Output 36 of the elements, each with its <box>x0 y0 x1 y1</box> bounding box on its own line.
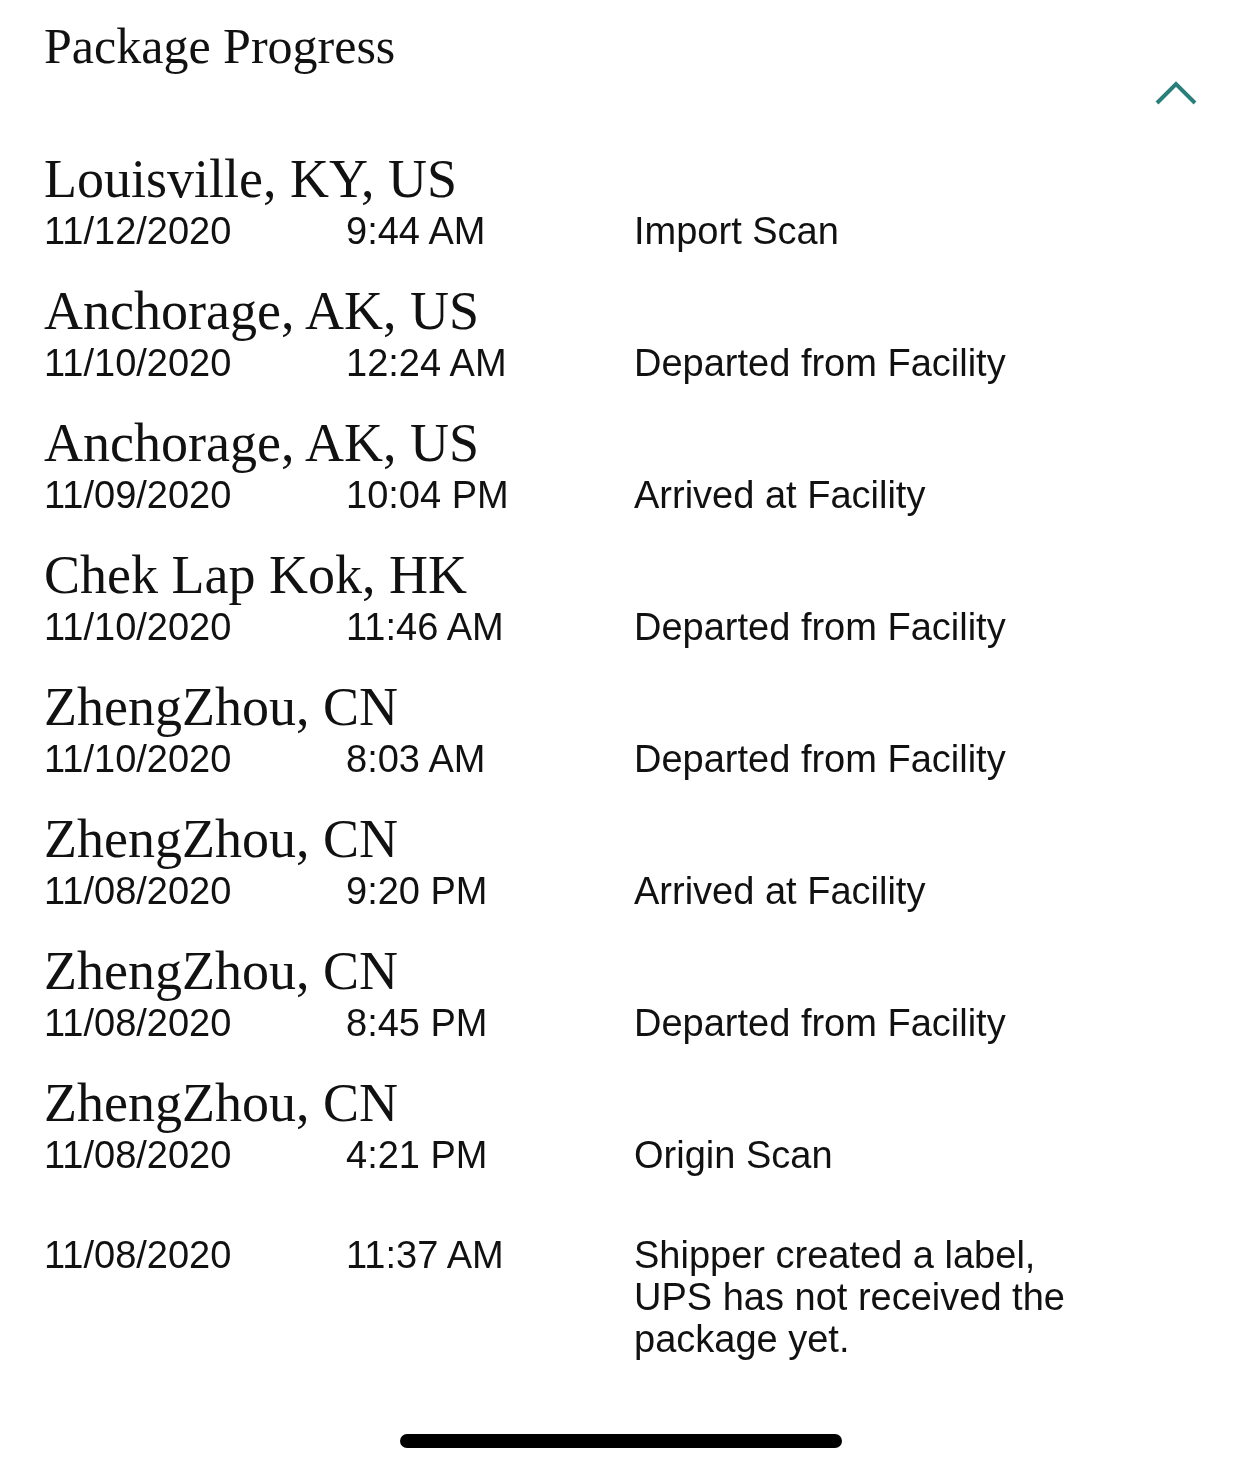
section-title: Package Progress <box>44 17 396 76</box>
event-description: Import Scan <box>634 210 840 252</box>
event-date: 11/08/2020 <box>44 1234 233 1276</box>
event-date: 11/08/2020 <box>44 870 233 912</box>
location-name: Louisville, KY, US <box>44 148 458 210</box>
event-description: Shipper created a label, UPS has not received the package yet. <box>634 1234 1066 1360</box>
event-date: 11/08/2020 <box>44 1002 233 1044</box>
event-date: 11/10/2020 <box>44 606 233 648</box>
event-time: 9:20 PM <box>346 870 489 912</box>
event-time: 8:03 AM <box>346 738 487 780</box>
location-name: ZhengZhou, CN <box>44 1072 398 1134</box>
event-description: Origin Scan <box>634 1134 834 1176</box>
location-name: ZhengZhou, CN <box>44 676 398 738</box>
event-date: 11/12/2020 <box>44 210 233 252</box>
event-description: Departed from Facility <box>634 738 1007 780</box>
event-time: 12:24 AM <box>346 342 508 384</box>
event-date: 11/10/2020 <box>44 738 233 780</box>
event-time: 9:44 AM <box>346 210 487 252</box>
event-description: Arrived at Facility <box>634 870 927 912</box>
location-name: ZhengZhou, CN <box>44 940 398 1002</box>
event-description: Departed from Facility <box>634 342 1007 384</box>
event-date: 11/09/2020 <box>44 474 233 516</box>
event-date: 11/08/2020 <box>44 1134 233 1176</box>
event-time: 4:21 PM <box>346 1134 489 1176</box>
event-description: Arrived at Facility <box>634 474 927 516</box>
event-date: 11/10/2020 <box>44 342 233 384</box>
location-name: Chek Lap Kok, HK <box>44 544 467 606</box>
location-name: ZhengZhou, CN <box>44 808 398 870</box>
event-time: 11:37 AM <box>346 1234 505 1276</box>
event-time: 8:45 PM <box>346 1002 489 1044</box>
event-description: Departed from Facility <box>634 1002 1007 1044</box>
location-name: Anchorage, AK, US <box>44 280 479 342</box>
event-time: 10:04 PM <box>346 474 510 516</box>
location-name: Anchorage, AK, US <box>44 412 479 474</box>
event-time: 11:46 AM <box>346 606 505 648</box>
event-description: Departed from Facility <box>634 606 1007 648</box>
